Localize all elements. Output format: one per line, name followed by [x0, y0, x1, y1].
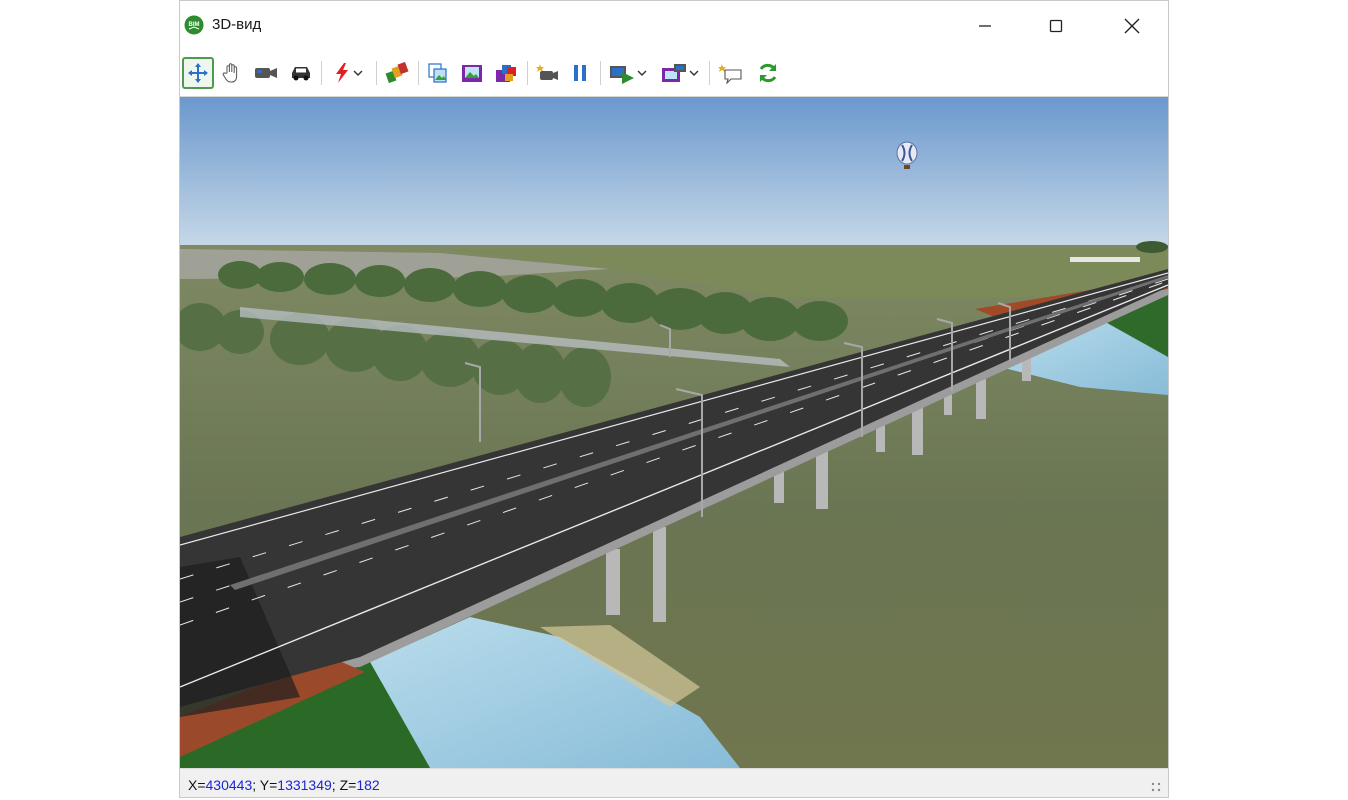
- 3d-scene: [180, 97, 1168, 768]
- 3d-viewport[interactable]: [180, 97, 1168, 768]
- copy-view-button[interactable]: [423, 57, 453, 89]
- palette-icon: [385, 62, 409, 84]
- maximize-button[interactable]: [1026, 1, 1086, 51]
- close-button[interactable]: [1102, 1, 1162, 51]
- video-camera-icon: [255, 68, 277, 78]
- minimize-icon: [979, 25, 991, 27]
- minimize-button[interactable]: [955, 1, 1015, 51]
- toolbar-separator: [709, 61, 710, 85]
- comment-button[interactable]: [714, 57, 746, 89]
- image-icon: [462, 65, 482, 82]
- toolbar-separator: [527, 61, 528, 85]
- z-value: 182: [356, 777, 380, 793]
- comment-icon: [718, 64, 742, 84]
- z-label: ; Z=: [331, 777, 357, 793]
- resize-grip-icon[interactable]: [1150, 781, 1162, 793]
- toolbar-separator: [376, 61, 377, 85]
- close-icon: [1124, 18, 1140, 34]
- distant-buildings: [1070, 257, 1140, 262]
- move-arrows-icon: [188, 63, 208, 83]
- film-settings-icon: [662, 64, 686, 82]
- maximize-icon: [1049, 19, 1063, 33]
- camera-tool-button[interactable]: [250, 57, 282, 89]
- toolbar-separator: [600, 61, 601, 85]
- refresh-icon: [759, 63, 777, 83]
- refresh-button[interactable]: [752, 57, 784, 89]
- record-video-button[interactable]: [532, 57, 562, 89]
- play-film-icon: [610, 66, 634, 84]
- window-3d-view: BIM 3D-вид X=430443; Y=1331349; Z=182: [179, 0, 1169, 798]
- layers-icon: [496, 65, 516, 82]
- title-bar[interactable]: BIM 3D-вид: [180, 1, 1168, 51]
- drive-mode-button[interactable]: [286, 57, 316, 89]
- hand-icon: [222, 63, 238, 83]
- lightning-dropdown-button[interactable]: [326, 57, 370, 89]
- distant-trees: [1136, 241, 1168, 253]
- pause-button[interactable]: [566, 57, 594, 89]
- chevron-down-icon: [637, 70, 647, 76]
- layers-view-button[interactable]: [491, 57, 521, 89]
- copy-image-icon: [428, 63, 447, 83]
- toolbar-separator: [418, 61, 419, 85]
- y-label: ; Y=: [252, 777, 278, 793]
- status-bar: X=430443; Y=1331349; Z=182: [180, 768, 1168, 797]
- bim-app-icon: BIM: [184, 15, 204, 35]
- x-label: X=: [188, 777, 206, 793]
- animation-settings-button[interactable]: [657, 57, 703, 89]
- hand-tool-button[interactable]: [218, 57, 246, 89]
- window-title: 3D-вид: [212, 16, 262, 33]
- chevron-down-icon: [353, 70, 363, 76]
- chevron-down-icon: [689, 70, 699, 76]
- sky: [180, 97, 1168, 249]
- car-icon: [292, 67, 310, 81]
- pause-icon: [574, 65, 586, 81]
- toolbar-separator: [321, 61, 322, 85]
- y-value: 1331349: [277, 777, 332, 793]
- lightning-icon: [336, 63, 348, 83]
- save-image-button[interactable]: [457, 57, 487, 89]
- record-camera-icon: [536, 64, 558, 80]
- play-animation-button[interactable]: [605, 57, 651, 89]
- coordinates-readout: X=430443; Y=1331349; Z=182: [188, 777, 380, 793]
- toolbar: [180, 51, 1168, 97]
- pan-move-button[interactable]: [182, 57, 214, 89]
- x-value: 430443: [205, 777, 253, 793]
- materials-button[interactable]: [382, 57, 412, 89]
